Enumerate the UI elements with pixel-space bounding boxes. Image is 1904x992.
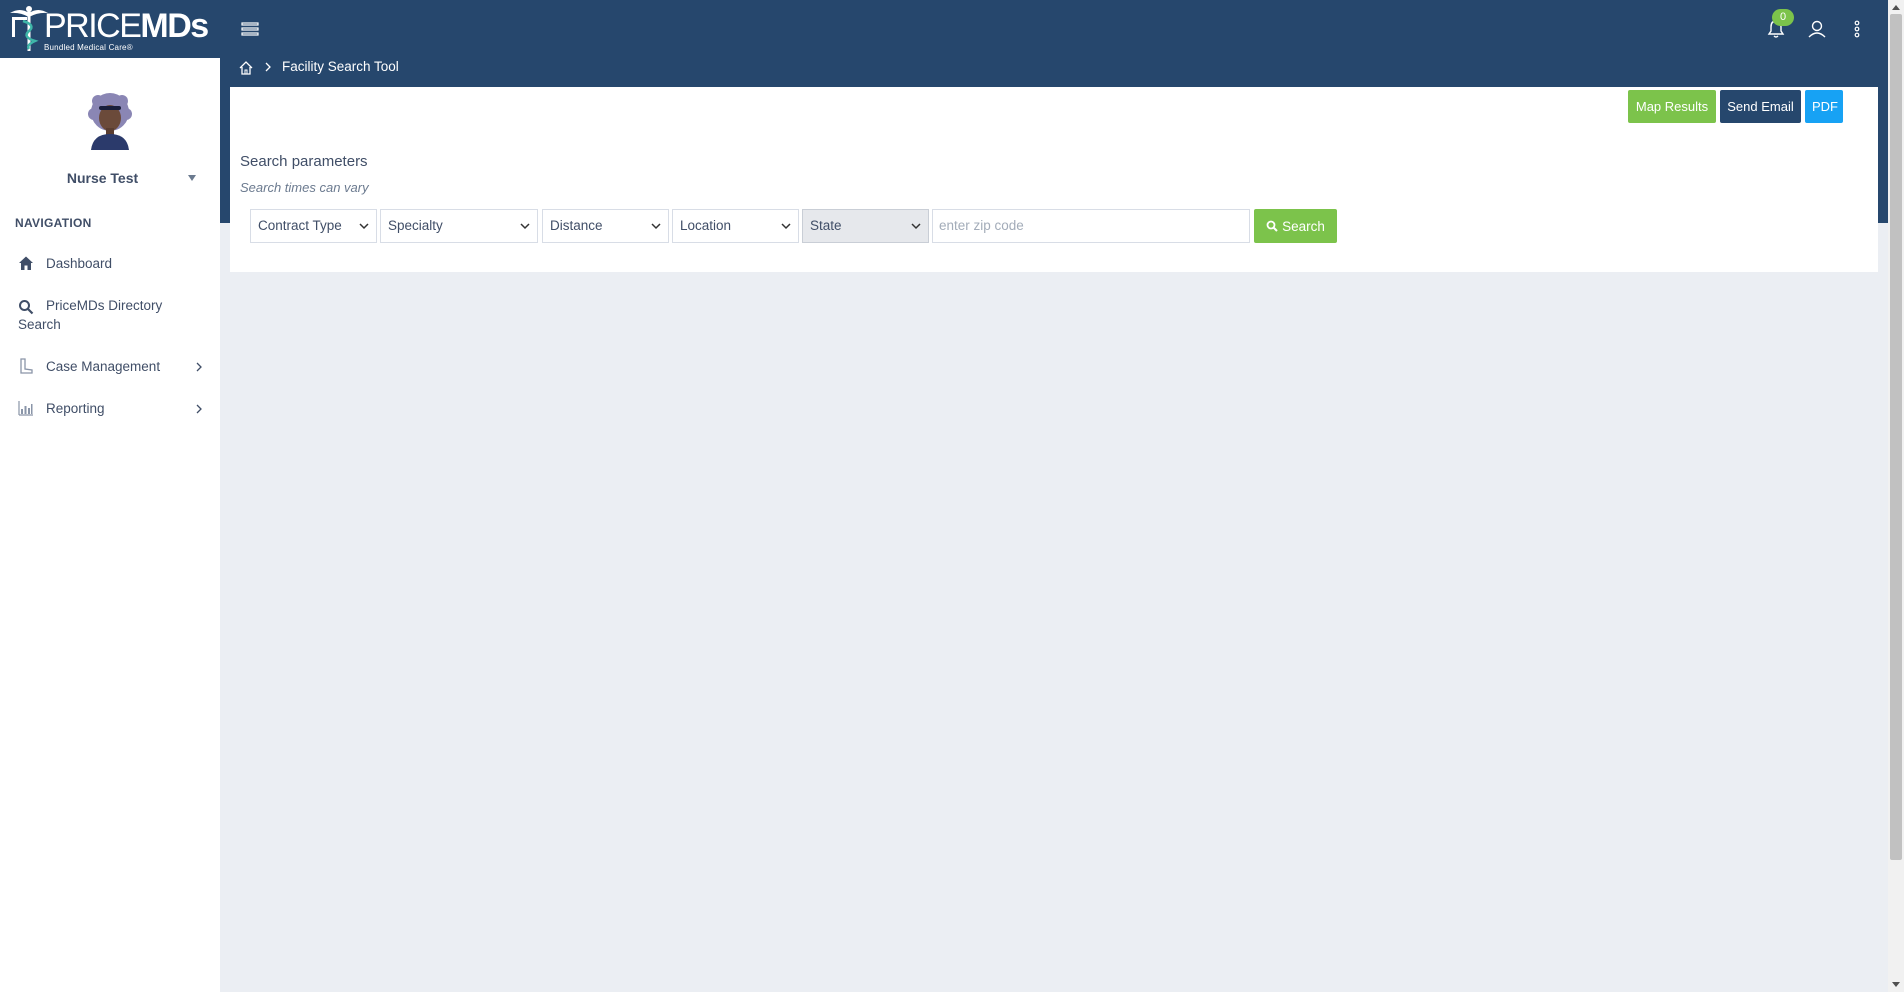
- chevron-down-icon: [781, 223, 791, 230]
- app-logo[interactable]: PRICEMDs Bundled Medical Care®: [0, 0, 220, 58]
- notification-badge: 0: [1772, 9, 1794, 26]
- breadcrumb-current: Facility Search Tool: [282, 59, 399, 74]
- zip-code-input[interactable]: enter zip code: [932, 209, 1250, 243]
- caret-down-icon[interactable]: [187, 174, 197, 182]
- chevron-right-icon: [196, 362, 202, 372]
- sidebar-item-label-line2: Search: [18, 317, 61, 332]
- distance-select[interactable]: Distance: [542, 209, 669, 243]
- boot-icon: [20, 358, 33, 374]
- map-results-button[interactable]: Map Results: [1628, 90, 1716, 123]
- select-value: Contract Type: [258, 218, 342, 233]
- sidebar-item-label: PriceMDs Directory: [46, 298, 163, 313]
- nav-heading: NAVIGATION: [15, 216, 92, 230]
- search-icon: [19, 300, 34, 315]
- location-select[interactable]: Location: [672, 209, 799, 243]
- scroll-down-arrow-icon[interactable]: [1892, 982, 1900, 988]
- search-card: Map Results Send Email PDF Search parame…: [230, 87, 1878, 272]
- chevron-down-icon: [520, 223, 530, 230]
- select-value: Location: [680, 218, 732, 233]
- select-value: State: [810, 218, 842, 233]
- top-header: PRICEMDs Bundled Medical Care® 0: [0, 0, 1888, 58]
- menu-icon[interactable]: [240, 20, 260, 38]
- breadcrumb: Facility Search Tool: [220, 58, 1888, 88]
- chart-icon: [18, 401, 33, 416]
- sidebar-item-label: Case Management: [46, 359, 161, 374]
- chevron-down-icon: [911, 223, 921, 230]
- specialty-select[interactable]: Specialty: [380, 209, 538, 243]
- select-value: Distance: [550, 218, 603, 233]
- send-email-button[interactable]: Send Email: [1720, 90, 1801, 123]
- scrollbar-thumb[interactable]: [1890, 14, 1902, 860]
- home-icon: [19, 256, 33, 270]
- logo-tagline: Bundled Medical Care®: [44, 43, 133, 52]
- pdf-button[interactable]: PDF: [1805, 90, 1843, 123]
- search-button[interactable]: Search: [1254, 209, 1337, 243]
- chevron-down-icon: [359, 223, 369, 230]
- search-parameters-title: Search parameters: [240, 153, 368, 170]
- user-icon[interactable]: [1806, 18, 1828, 40]
- sidebar-item-label: Dashboard: [46, 256, 113, 271]
- sidebar-item-label: Reporting: [46, 401, 105, 416]
- more-vertical-icon[interactable]: [1846, 18, 1868, 40]
- chevron-right-icon: [196, 404, 202, 414]
- sidebar: Nurse Test NAVIGATION Dashboard PriceMDs…: [0, 58, 220, 992]
- chevron-down-icon: [651, 223, 661, 230]
- home-outline-icon[interactable]: [238, 60, 254, 76]
- search-button-label: Search: [1282, 218, 1325, 234]
- chevron-right-icon: [265, 62, 271, 72]
- avatar[interactable]: [85, 92, 135, 150]
- scroll-up-arrow-icon[interactable]: [1892, 4, 1900, 10]
- search-times-note: Search times can vary: [240, 180, 369, 195]
- state-select[interactable]: State: [802, 209, 929, 243]
- search-icon: [1266, 220, 1278, 232]
- contract-type-select[interactable]: Contract Type: [250, 209, 377, 243]
- user-name[interactable]: Nurse Test: [0, 170, 205, 186]
- select-value: Specialty: [388, 218, 443, 233]
- page-scrollbar[interactable]: [1888, 0, 1904, 992]
- logo-wordmark: PRICEMDs: [44, 7, 209, 45]
